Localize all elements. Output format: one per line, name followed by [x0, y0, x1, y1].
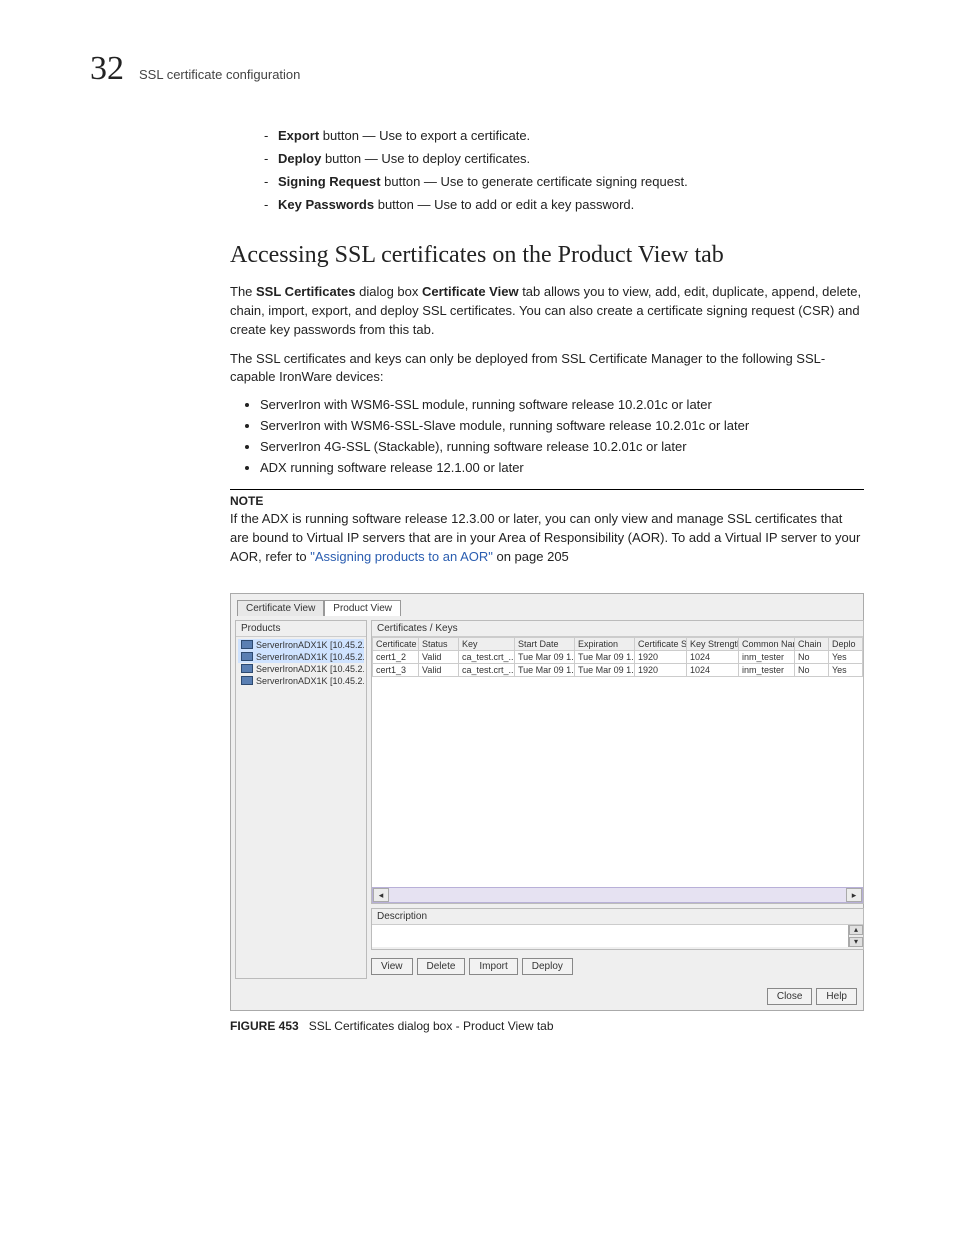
dash-item-bold: Deploy: [278, 151, 321, 166]
scroll-up-icon[interactable]: ▴: [849, 925, 863, 935]
dash-item-rest: button — Use to generate certificate sig…: [381, 174, 688, 189]
dash-item-bold: Key Passwords: [278, 197, 374, 212]
table-row[interactable]: cert1_3 Valid ca_test.crt_... Tue Mar 09…: [373, 663, 863, 676]
close-button[interactable]: Close: [767, 988, 813, 1005]
bullet-list: ServerIron with WSM6-SSL module, running…: [230, 397, 864, 475]
products-list: ServerIronADX1K [10.45.2.2] ServerIronAD…: [236, 637, 366, 921]
scroll-left-icon[interactable]: ◂: [373, 888, 389, 902]
description-body: ▴ ▾: [372, 925, 863, 947]
horizontal-scrollbar[interactable]: ◂ ▸: [372, 887, 863, 903]
deploy-button[interactable]: Deploy: [522, 958, 573, 975]
col-start-date[interactable]: Start Date: [515, 637, 575, 650]
note-block: NOTE If the ADX is running software rele…: [230, 489, 864, 567]
description-title: Description: [372, 909, 863, 925]
col-key-strength[interactable]: Key Strength...: [687, 637, 739, 650]
device-icon: [241, 640, 253, 649]
note-label: NOTE: [230, 494, 864, 508]
device-icon: [241, 652, 253, 661]
dash-list: Export button — Use to export a certific…: [90, 128, 864, 212]
ssl-certificates-dialog: Certificate View Product View Products S…: [230, 593, 864, 1011]
vertical-scrollbar[interactable]: ▴ ▾: [848, 925, 863, 947]
chapter-number: 32: [90, 50, 124, 88]
dash-item: Export button — Use to export a certific…: [280, 128, 864, 143]
dash-item-rest: button — Use to add or edit a key passwo…: [374, 197, 634, 212]
product-item[interactable]: ServerIronADX1K [10.45.2.4]: [238, 675, 364, 687]
col-deploy[interactable]: Deplo: [829, 637, 863, 650]
product-item[interactable]: ServerIronADX1K [10.45.2.2]: [238, 639, 364, 651]
col-status[interactable]: Status: [419, 637, 459, 650]
dash-item-bold: Export: [278, 128, 319, 143]
products-title: Products: [236, 621, 366, 637]
col-chain[interactable]: Chain: [795, 637, 829, 650]
col-expiration[interactable]: Expiration: [575, 637, 635, 650]
section-heading: Accessing SSL certificates on the Produc…: [230, 242, 864, 269]
bullet-item: ServerIron 4G-SSL (Stackable), running s…: [260, 439, 864, 454]
dash-item-rest: button — Use to deploy certificates.: [321, 151, 530, 166]
import-button[interactable]: Import: [469, 958, 517, 975]
device-icon: [241, 676, 253, 685]
bullet-item: ADX running software release 12.1.00 or …: [260, 460, 864, 475]
tab-product-view[interactable]: Product View: [324, 600, 401, 616]
col-cert-size[interactable]: Certificate Si...: [635, 637, 687, 650]
table-header-row: Certificate Status Key Start Date Expira…: [373, 637, 863, 650]
figure-caption-text: SSL Certificates dialog box - Product Vi…: [309, 1019, 554, 1033]
dash-item-rest: button — Use to export a certificate.: [319, 128, 530, 143]
dash-item: Key Passwords button — Use to add or edi…: [280, 197, 864, 212]
bullet-item: ServerIron with WSM6-SSL module, running…: [260, 397, 864, 412]
scroll-right-icon[interactable]: ▸: [846, 888, 862, 902]
description-panel: Description ▴ ▾: [371, 908, 864, 950]
figure-caption: FIGURE 453 SSL Certificates dialog box -…: [230, 1019, 864, 1033]
help-button[interactable]: Help: [816, 988, 857, 1005]
page-header: 32 SSL certificate configuration: [90, 50, 864, 88]
table-row[interactable]: cert1_2 Valid ca_test.crt_... Tue Mar 09…: [373, 650, 863, 663]
col-certificate[interactable]: Certificate: [373, 637, 419, 650]
note-link[interactable]: "Assigning products to an AOR": [310, 549, 493, 564]
products-panel: Products ServerIronADX1K [10.45.2.2] Ser…: [235, 620, 367, 979]
certificates-table: Certificate Status Key Start Date Expira…: [372, 637, 863, 677]
bullet-item: ServerIron with WSM6-SSL-Slave module, r…: [260, 418, 864, 433]
product-item[interactable]: ServerIronADX1K [10.45.2.5]: [238, 663, 364, 675]
action-button-row: View Delete Import Deploy: [371, 954, 864, 979]
device-icon: [241, 664, 253, 673]
note-text: If the ADX is running software release 1…: [230, 510, 864, 567]
tab-certificate-view[interactable]: Certificate View: [237, 600, 324, 616]
product-item[interactable]: ServerIronADX1K [10.45.2.7]: [238, 651, 364, 663]
certificates-panel: Certificates / Keys Certificate Status K…: [371, 620, 864, 904]
scroll-down-icon[interactable]: ▾: [849, 937, 863, 947]
dash-item-bold: Signing Request: [278, 174, 381, 189]
col-key[interactable]: Key: [459, 637, 515, 650]
dash-item: Deploy button — Use to deploy certificat…: [280, 151, 864, 166]
certificates-title: Certificates / Keys: [372, 621, 863, 637]
paragraph-2: The SSL certificates and keys can only b…: [230, 350, 864, 388]
dash-item: Signing Request button — Use to generate…: [280, 174, 864, 189]
dialog-tabs: Certificate View Product View: [231, 594, 863, 616]
dialog-footer: Close Help: [231, 983, 863, 1010]
paragraph-1: The SSL Certificates dialog box Certific…: [230, 283, 864, 340]
figure-label: FIGURE 453: [230, 1019, 299, 1033]
header-title: SSL certificate configuration: [139, 67, 300, 82]
delete-button[interactable]: Delete: [417, 958, 466, 975]
col-common-name[interactable]: Common Name: [739, 637, 795, 650]
view-button[interactable]: View: [371, 958, 413, 975]
